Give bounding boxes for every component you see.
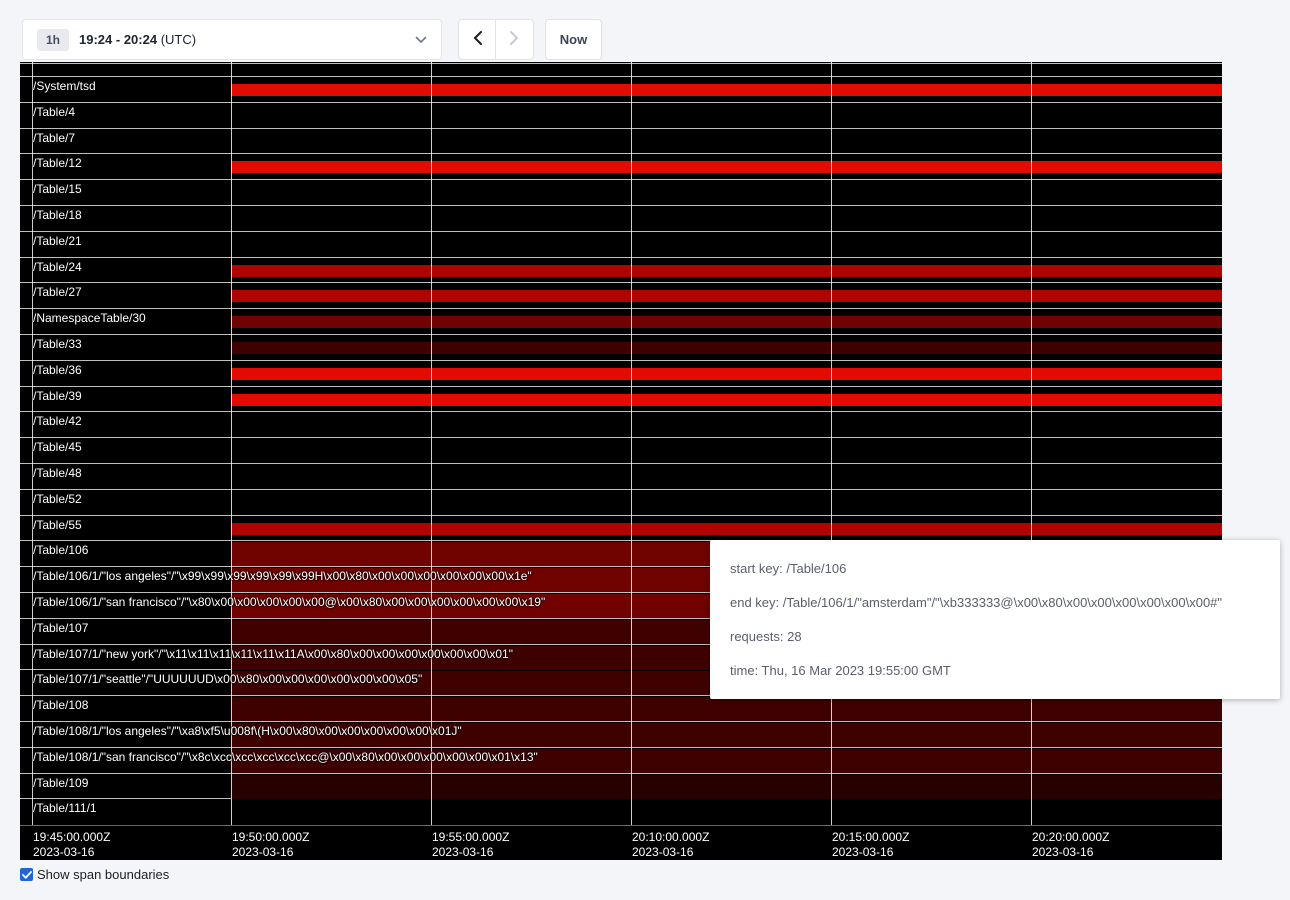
- key-visualizer-canvas[interactable]: /System/tsd/Table/4/Table/7/Table/12/Tab…: [20, 62, 1222, 860]
- span-key-label: /Table/111/1: [33, 799, 1222, 815]
- range-step-buttons: [458, 19, 534, 60]
- span-key-label: /Table/45: [33, 438, 1222, 454]
- span-rows: /System/tsd/Table/4/Table/7/Table/12/Tab…: [20, 76, 1222, 824]
- time-axis-label: 20:15:00.000Z2023-03-16: [832, 830, 909, 860]
- span-key-label: /Table/36: [33, 361, 1222, 377]
- heatmap-span-row[interactable]: /Table/36: [20, 360, 1222, 386]
- heatmap-span-row[interactable]: /Table/111/1: [20, 798, 1222, 824]
- heatmap-span-row[interactable]: /Table/4: [20, 102, 1222, 128]
- span-key-label: /Table/27: [33, 283, 1222, 299]
- span-key-label: /Table/18: [33, 206, 1222, 222]
- span-key-label: /Table/55: [33, 516, 1222, 532]
- span-key-label: /Table/12: [33, 154, 1222, 170]
- heatmap-span-row[interactable]: /System/tsd: [20, 76, 1222, 102]
- heatmap-span-row[interactable]: /Table/45: [20, 437, 1222, 463]
- now-button[interactable]: Now: [545, 19, 602, 60]
- range-text: 19:24 - 20:24 (UTC): [79, 32, 405, 47]
- canvas-top-boundary: [20, 63, 1222, 64]
- time-axis-label: 19:50:00.000Z2023-03-16: [232, 830, 309, 860]
- heatmap-span-row[interactable]: /Table/108/1/"san francisco"/"\x8c\xcc\x…: [20, 747, 1222, 773]
- time-axis-label: 20:10:00.000Z2023-03-16: [632, 830, 709, 860]
- heatmap-span-row[interactable]: /Table/18: [20, 205, 1222, 231]
- chevron-down-icon: [415, 36, 427, 44]
- tooltip-start-key: start key: /Table/106: [730, 560, 1260, 577]
- tooltip-end-key: end key: /Table/106/1/"amsterdam"/"\xb33…: [730, 594, 1260, 611]
- heatmap-span-row[interactable]: /Table/33: [20, 334, 1222, 360]
- span-key-label: /Table/15: [33, 180, 1222, 196]
- span-boundaries-toggle: Show span boundaries: [20, 867, 169, 882]
- chevron-right-icon: [510, 31, 519, 48]
- heatmap-span-row[interactable]: /Table/109: [20, 773, 1222, 799]
- chevron-left-icon: [473, 31, 482, 48]
- tooltip-time: time: Thu, 16 Mar 2023 19:55:00 GMT: [730, 662, 1260, 679]
- next-range-button[interactable]: [496, 19, 534, 60]
- span-key-label: /Table/33: [33, 335, 1222, 351]
- heatmap-span-row[interactable]: /Table/15: [20, 179, 1222, 205]
- heatmap-span-row[interactable]: /Table/108/1/"los angeles"/"\xa8\xf5\u00…: [20, 721, 1222, 747]
- range-duration-badge: 1h: [37, 29, 69, 51]
- time-axis: 19:45:00.000Z2023-03-16 19:50:00.000Z2023…: [20, 825, 1222, 860]
- span-key-label: /System/tsd: [33, 77, 1222, 93]
- span-key-label: /Table/39: [33, 387, 1222, 403]
- heatmap-span-row[interactable]: /Table/42: [20, 411, 1222, 437]
- heatmap-span-row[interactable]: /Table/21: [20, 231, 1222, 257]
- heatmap-span-row[interactable]: /Table/39: [20, 386, 1222, 412]
- heatmap-span-row[interactable]: /NamespaceTable/30: [20, 308, 1222, 334]
- heatmap-span-row[interactable]: /Table/24: [20, 257, 1222, 283]
- previous-range-button[interactable]: [458, 19, 496, 60]
- time-axis-label: 20:20:00.000Z2023-03-16: [1032, 830, 1109, 860]
- time-toolbar: 1h 19:24 - 20:24 (UTC) Now: [22, 19, 602, 60]
- time-range-selector[interactable]: 1h 19:24 - 20:24 (UTC): [22, 19, 442, 60]
- heatmap-span-row[interactable]: /Table/52: [20, 489, 1222, 515]
- span-key-label: /Table/21: [33, 232, 1222, 248]
- span-key-label: /Table/109: [33, 774, 1222, 790]
- span-key-label: /Table/24: [33, 258, 1222, 274]
- check-icon: [22, 871, 32, 879]
- time-axis-label: 19:45:00.000Z2023-03-16: [33, 830, 110, 860]
- span-key-label: /Table/108/1/"san francisco"/"\x8c\xcc\x…: [33, 748, 1222, 764]
- heatmap-span-row[interactable]: /Table/12: [20, 153, 1222, 179]
- span-key-label: /Table/108/1/"los angeles"/"\xa8\xf5\u00…: [33, 722, 1222, 738]
- span-key-label: /Table/42: [33, 412, 1222, 428]
- range-value: 19:24 - 20:24: [79, 32, 157, 47]
- show-span-boundaries-checkbox[interactable]: [20, 868, 33, 881]
- heatmap-span-row[interactable]: /Table/48: [20, 463, 1222, 489]
- heatmap-span-row[interactable]: /Table/7: [20, 128, 1222, 154]
- range-timezone: (UTC): [161, 32, 196, 47]
- heatmap-span-row[interactable]: /Table/55: [20, 515, 1222, 541]
- span-key-label: /Table/7: [33, 129, 1222, 145]
- tooltip-requests: requests: 28: [730, 628, 1260, 645]
- heatmap-span-row[interactable]: /Table/27: [20, 282, 1222, 308]
- span-key-label: /Table/48: [33, 464, 1222, 480]
- time-axis-label: 19:55:00.000Z2023-03-16: [432, 830, 509, 860]
- span-key-label: /NamespaceTable/30: [33, 309, 1222, 325]
- span-key-label: /Table/4: [33, 103, 1222, 119]
- span-key-label: /Table/52: [33, 490, 1222, 506]
- bucket-tooltip: start key: /Table/106 end key: /Table/10…: [710, 540, 1280, 699]
- show-span-boundaries-label: Show span boundaries: [37, 867, 169, 882]
